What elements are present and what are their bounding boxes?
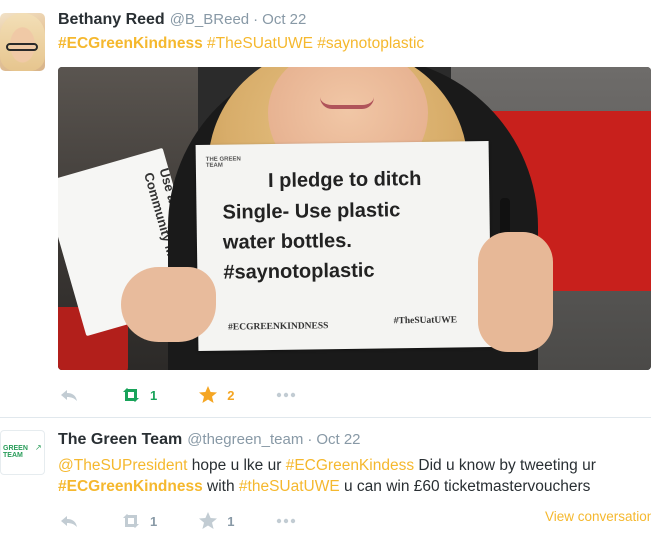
tweet-text-line: #ECGreenKindness with #theSUatUWE u can … (58, 478, 591, 495)
more-icon (277, 518, 296, 524)
favorite-count: 2 (227, 387, 235, 403)
author-handle[interactable]: @B_BReed (170, 11, 249, 28)
more-button[interactable] (274, 384, 298, 406)
separator-dot: · (253, 11, 259, 28)
reply-icon (61, 516, 77, 527)
sign-line: #saynotoplastic (223, 259, 375, 284)
avatar[interactable]: GREEN TEAM ↗ (0, 430, 45, 475)
favorite-button[interactable]: 1 (197, 510, 234, 532)
reply-icon (61, 390, 77, 401)
hashtag-link[interactable]: #saynotoplastic (317, 35, 424, 52)
more-icon (277, 392, 296, 398)
pledge-sign: THE GREEN TEAM I pledge to ditch Single-… (195, 140, 492, 352)
sign-line: Single- Use plastic (222, 199, 401, 224)
hashtag-link[interactable]: #TheSUatUWE (207, 35, 313, 52)
sign-logo: THE GREEN TEAM (205, 156, 241, 169)
glasses-graphic (6, 43, 38, 51)
tweet-actions: 1 2 (58, 383, 338, 407)
tweet-header: The Green Team @thegreen_team · Oct 22 (58, 431, 361, 449)
retweet-icon (123, 388, 139, 402)
tweet-bethany-reed[interactable]: Bethany Reed @B_BReed · Oct 22 #ECGreenK… (0, 0, 651, 417)
author-name[interactable]: The Green Team (58, 431, 182, 449)
view-conversation-link[interactable]: View conversation (545, 509, 651, 524)
retweet-button[interactable]: 1 (120, 510, 157, 532)
tweet-text-line: @TheSUPresident hope u lke ur #ECGreenKi… (58, 457, 596, 474)
author-handle[interactable]: @thegreen_team (187, 431, 303, 448)
tweet-header: Bethany Reed @B_BReed · Oct 22 (58, 11, 306, 29)
mention-link[interactable]: @TheSUPresident (58, 457, 187, 474)
reply-button[interactable] (58, 384, 80, 406)
tweet-the-green-team[interactable]: GREEN TEAM ↗ The Green Team @thegreen_te… (0, 417, 651, 547)
separator-dot: · (307, 431, 313, 448)
hashtag-link[interactable]: #theSUatUWE (239, 478, 340, 495)
favorite-count: 1 (227, 513, 235, 529)
hashtag-link[interactable]: #ECGreenKindess (286, 457, 414, 474)
tweet-photo[interactable]: Use a mug from the Community Mug Wall TH… (58, 67, 651, 370)
more-button[interactable] (274, 510, 298, 532)
retweet-icon (123, 514, 139, 528)
tweet-text: @TheSUPresident hope u lke ur #ECGreenKi… (58, 455, 596, 497)
reply-button[interactable] (58, 510, 80, 532)
star-icon (199, 512, 218, 529)
retweet-count: 1 (150, 513, 158, 529)
tweet-text: #ECGreenKindness #TheSUatUWE #saynotopla… (58, 33, 424, 54)
sign-tag-right: #TheSUatUWE (393, 315, 458, 327)
sign-line: I pledge to ditch (267, 167, 422, 193)
retweet-count: 1 (150, 387, 158, 403)
arrow-icon: ↗ (35, 443, 42, 452)
avatar[interactable] (0, 13, 45, 71)
retweet-button[interactable]: 1 (120, 384, 157, 406)
hashtag-link[interactable]: #ECGreenKindness (58, 35, 203, 52)
author-name[interactable]: Bethany Reed (58, 11, 165, 29)
star-icon (199, 386, 218, 403)
sign-tag-left: #ECGREENKINDNESS (228, 321, 329, 333)
tweet-timestamp[interactable]: Oct 22 (316, 431, 360, 448)
tweet-timestamp[interactable]: Oct 22 (262, 11, 306, 28)
sign-line: water bottles. (222, 229, 353, 254)
tweet-actions: 1 1 (58, 509, 338, 533)
favorite-button[interactable]: 2 (197, 384, 234, 406)
hashtag-link[interactable]: #ECGreenKindness (58, 478, 203, 495)
